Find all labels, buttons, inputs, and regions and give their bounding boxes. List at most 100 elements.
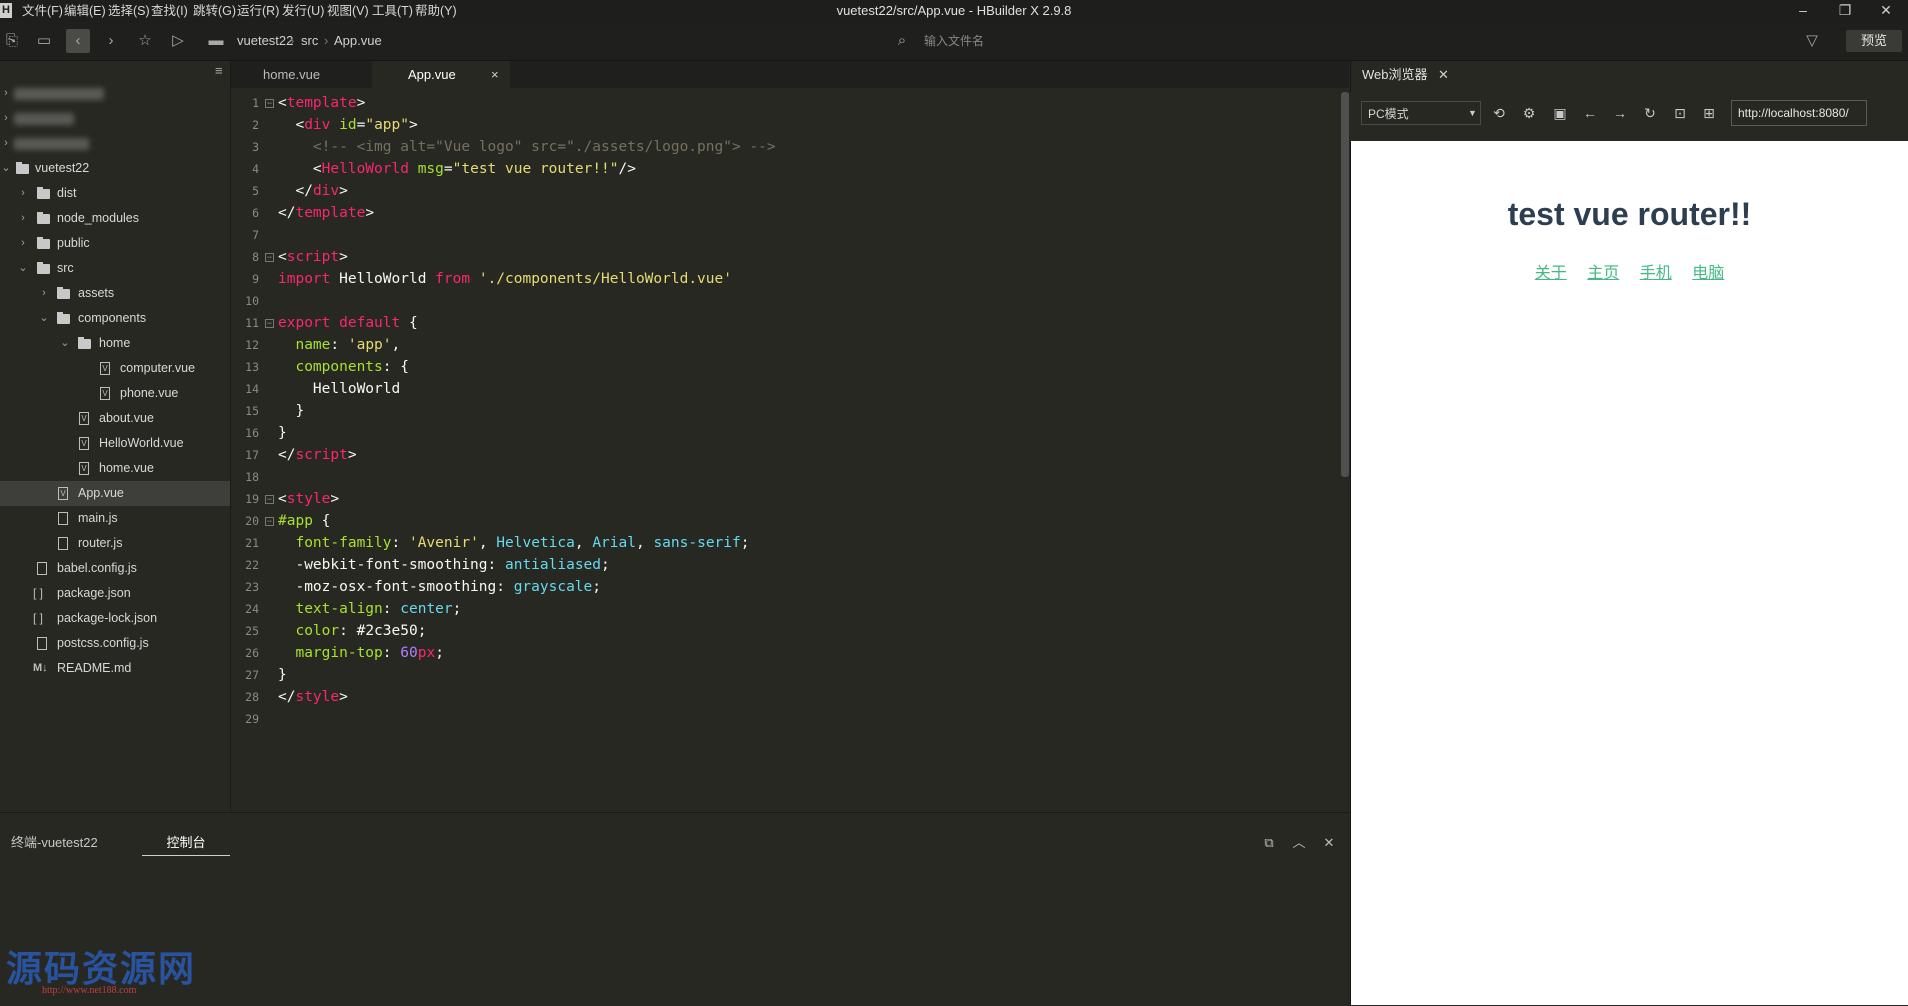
tree-file-package-json[interactable]: [ ] package.json (0, 581, 230, 606)
preview-button[interactable]: 预览 (1846, 30, 1902, 52)
tab-app-vue[interactable]: App.vue × (372, 61, 510, 88)
code-line: -webkit-font-smoothing: antialiased; (278, 557, 610, 573)
tree-file-package-lock[interactable]: [ ] package-lock.json (0, 606, 230, 631)
minimize-panel-icon[interactable]: ✕ (1318, 832, 1340, 854)
save-icon[interactable]: ▭ (32, 29, 56, 53)
menu-file[interactable]: 文件(F) (22, 2, 63, 20)
tree-file-app-vue[interactable]: V App.vue (0, 481, 230, 506)
tree-file-readme[interactable]: M↓ README.md (0, 656, 230, 681)
tree-file-router-js[interactable]: router.js (0, 531, 230, 556)
code-line: </div> (295, 183, 348, 199)
url-input[interactable]: http://localhost:8080/ (1731, 100, 1867, 126)
fold-toggle-icon[interactable]: − (265, 253, 274, 262)
line-number: 20 (245, 514, 259, 528)
tree-file-postcss-config[interactable]: postcss.config.js (0, 631, 230, 656)
device-mode-select[interactable]: PC模式 (1361, 101, 1481, 125)
code-line: <!-- <img alt="Vue logo" src="./assets/l… (278, 139, 776, 155)
menu-publish[interactable]: 发行(U) (282, 2, 324, 20)
tree-project-root[interactable]: ⌄ vuetest22 (0, 156, 230, 181)
close-tab-icon[interactable]: × (491, 61, 499, 88)
line-number: 14 (245, 382, 259, 396)
console-icon[interactable]: ▣ (1548, 101, 1572, 125)
menu-run[interactable]: 运行(R) (237, 2, 279, 20)
tree-folder-assets[interactable]: › assets (0, 281, 230, 306)
new-file-icon[interactable]: ⎘ (0, 29, 24, 53)
line-number: 7 (252, 228, 259, 242)
tree-file-about-vue[interactable]: Vabout.vue (0, 406, 230, 431)
tree-folder-dist[interactable]: › dist (0, 181, 230, 206)
tree-item-hidden[interactable]: › (0, 81, 230, 106)
close-icon[interactable]: ✕ (1438, 62, 1452, 87)
chevron-up-icon[interactable]: ︿ (1288, 832, 1310, 854)
tree-folder-src[interactable]: ⌄ src (0, 256, 230, 281)
menu-goto[interactable]: 跳转(G) (193, 2, 236, 20)
close-window-icon[interactable]: ✕ (1866, 0, 1906, 22)
breadcrumb-project[interactable]: vuetest22 (237, 32, 293, 50)
code-line: <HelloWorld msg="test vue router!!"/> (312, 161, 636, 177)
code-line: <style> (278, 491, 340, 507)
run-icon[interactable]: ▷ (166, 29, 190, 53)
menu-find[interactable]: 查找(I) (151, 2, 188, 20)
line-number: 25 (245, 624, 259, 638)
fold-toggle-icon[interactable]: − (265, 495, 274, 504)
menu-select[interactable]: 选择(S) (108, 2, 150, 20)
tree-file-computer-vue[interactable]: Vcomputer.vue (0, 356, 230, 381)
rotate-icon[interactable]: ⟲ (1487, 101, 1511, 125)
tree-file-phone-vue[interactable]: Vphone.vue (0, 381, 230, 406)
star-icon[interactable]: ☆ (133, 29, 157, 53)
tree-folder-node-modules[interactable]: › node_modules (0, 206, 230, 231)
settings-icon[interactable]: ⚙ (1517, 101, 1541, 125)
forward-icon[interactable]: › (99, 29, 123, 53)
qr-code-icon[interactable]: ⊞ (1697, 101, 1721, 125)
code-line: components: { (295, 359, 409, 375)
menu-tools[interactable]: 工具(T) (372, 2, 413, 20)
sidebar-menu-icon[interactable]: ≡ (215, 63, 223, 78)
code-editor[interactable] (231, 88, 1349, 811)
fold-toggle-icon[interactable]: − (265, 517, 274, 526)
tree-folder-public[interactable]: › public (0, 231, 230, 256)
tree-item-hidden[interactable]: › (0, 106, 230, 131)
open-external-icon[interactable]: ⧉ (1258, 832, 1280, 854)
find-file-icon[interactable]: ⌕ (890, 29, 914, 53)
line-number: 12 (245, 338, 259, 352)
nav-link-phone[interactable]: 手机 (1640, 265, 1672, 282)
breadcrumb-file[interactable]: App.vue (334, 32, 382, 50)
fold-toggle-icon[interactable]: − (265, 319, 274, 328)
menu-help[interactable]: 帮助(Y) (415, 2, 457, 20)
back-icon[interactable]: ‹ (66, 29, 90, 53)
refresh-icon[interactable]: ↻ (1638, 101, 1662, 125)
lock-icon[interactable]: ⊡ (1668, 101, 1692, 125)
tab-home-vue[interactable]: home.vue (231, 61, 371, 88)
breadcrumb-src[interactable]: src (301, 32, 318, 50)
editor-scrollbar[interactable] (1341, 92, 1349, 477)
restore-icon[interactable]: ❐ (1825, 0, 1865, 22)
tree-file-babel-config[interactable]: babel.config.js (0, 556, 230, 581)
file-search-input[interactable]: 输入文件名 (924, 30, 1304, 52)
nav-link-about[interactable]: 关于 (1535, 265, 1567, 282)
code-line: } (278, 403, 305, 419)
tree-file-home-vue[interactable]: Vhome.vue (0, 456, 230, 481)
menu-edit[interactable]: 编辑(E) (64, 2, 106, 20)
minimize-icon[interactable]: – (1783, 0, 1823, 22)
tab-console[interactable]: 控制台 (142, 834, 230, 856)
line-number: 9 (252, 272, 259, 286)
filter-icon[interactable]: ▽ (1800, 29, 1824, 53)
arrow-right-icon[interactable]: → (1608, 101, 1632, 125)
nav-link-computer[interactable]: 电脑 (1692, 265, 1724, 282)
tab-terminal[interactable]: 终端-vuetest22 (11, 834, 98, 852)
line-number: 21 (245, 536, 259, 550)
tree-file-helloworld-vue[interactable]: V HelloWorld.vue (0, 431, 230, 456)
tree-file-main-js[interactable]: main.js (0, 506, 230, 531)
tree-folder-home[interactable]: ⌄ home (0, 331, 230, 356)
line-number: 26 (245, 646, 259, 660)
nav-link-home[interactable]: 主页 (1587, 265, 1619, 282)
code-line: -moz-osx-font-smoothing: grayscale; (278, 579, 602, 595)
code-line: <script> (278, 249, 348, 265)
fold-toggle-icon[interactable]: − (265, 99, 274, 108)
line-number: 1 (252, 96, 259, 110)
arrow-left-icon[interactable]: ← (1578, 101, 1602, 125)
tree-item-hidden[interactable]: › (0, 131, 230, 156)
menu-view[interactable]: 视图(V) (327, 2, 369, 20)
tree-folder-components[interactable]: ⌄ components (0, 306, 230, 331)
page-nav: 关于 主页 手机 电脑 (1351, 259, 1908, 283)
